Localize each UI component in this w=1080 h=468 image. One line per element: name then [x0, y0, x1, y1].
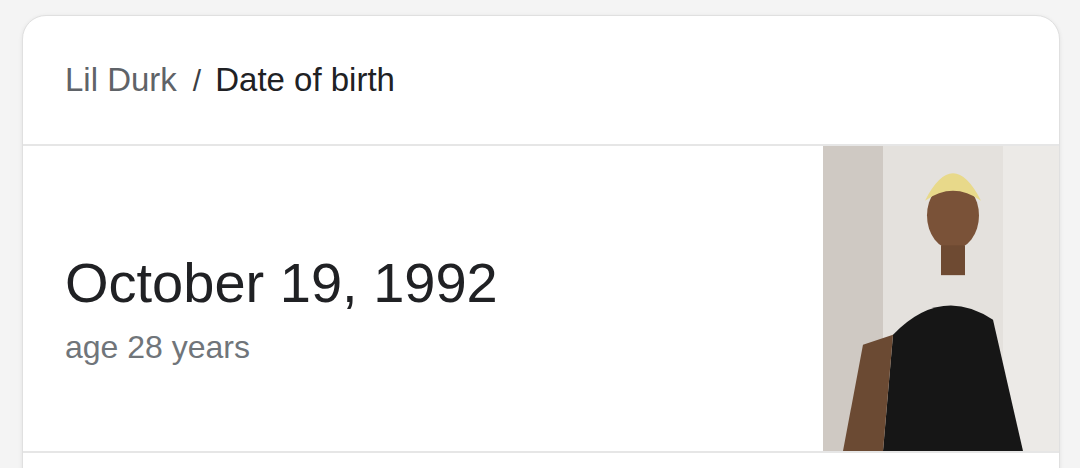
entity-link[interactable]: Lil Durk	[65, 55, 177, 105]
breadcrumb: Lil Durk / Date of birth	[23, 16, 1059, 146]
person-photo-icon	[823, 146, 1059, 451]
page: Lil Durk / Date of birth October 19, 199…	[0, 0, 1080, 468]
attribute-label: Date of birth	[215, 55, 395, 105]
person-photo[interactable]	[823, 146, 1059, 451]
breadcrumb-separator: /	[193, 58, 201, 103]
answer-value: October 19, 1992	[65, 252, 823, 314]
answer-panel: October 19, 1992 age 28 years	[23, 146, 1059, 453]
knowledge-card: Lil Durk / Date of birth October 19, 199…	[22, 15, 1060, 468]
answer-subtitle: age 28 years	[65, 328, 823, 366]
